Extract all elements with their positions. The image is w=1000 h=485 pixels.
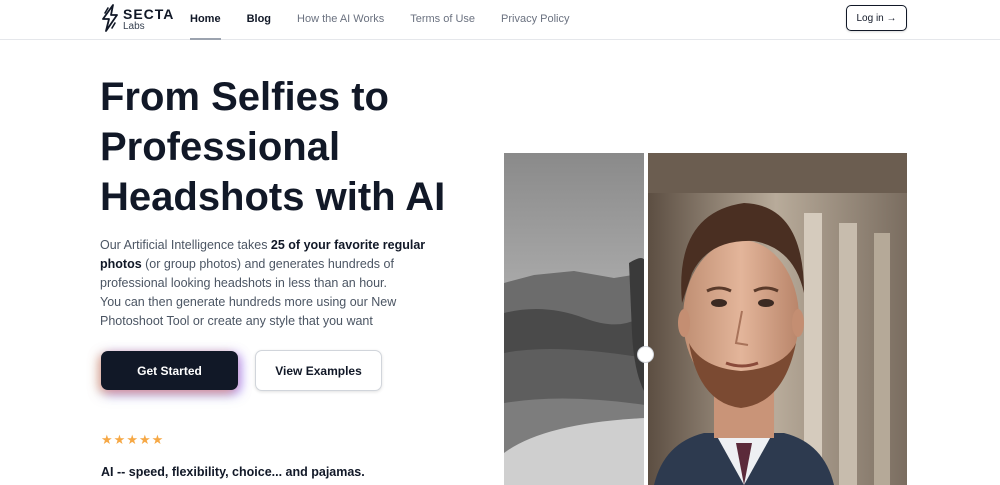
comparison-slider-handle[interactable] [637,346,654,363]
hero-description: Our Artificial Intelligence takes 25 of … [100,236,455,331]
top-nav: SECTA Labs Home Blog How the AI Works Te… [0,0,1000,40]
nav-link-blog[interactable]: Blog [247,0,271,40]
hero-desc-part-2: (or group photos) and generates hundreds… [100,257,394,290]
nav-links: Home Blog How the AI Works Terms of Use … [190,0,596,40]
rating-stars: ★ ★ ★ ★ ★ [101,432,164,448]
nav-link-home[interactable]: Home [190,0,221,40]
brand-name: SECTA [123,6,175,22]
star-icon: ★ [151,432,164,447]
hero-desc-part-3: You can then generate hundreds more usin… [100,295,397,328]
before-after-illustration [504,153,907,485]
get-started-button[interactable]: Get Started [101,351,238,390]
brand-logo[interactable]: SECTA Labs [100,4,174,34]
brand-sub: Labs [123,21,145,32]
comparison-divider[interactable] [644,153,648,485]
hero-description-paragraph: Our Artificial Intelligence takes 25 of … [100,236,455,293]
star-icon: ★ [126,432,138,447]
view-examples-button[interactable]: View Examples [255,350,382,391]
star-icon: ★ [101,432,113,447]
hero-title: From Selfies to Professional Headshots w… [100,75,446,219]
nav-link-how-ai-works[interactable]: How the AI Works [297,0,384,40]
hero-desc-part-1: Our Artificial Intelligence takes [100,238,271,252]
nav-link-terms[interactable]: Terms of Use [410,0,475,40]
star-icon: ★ [113,432,126,447]
star-icon: ★ [138,432,151,447]
lightning-logo-icon [102,4,118,32]
tagline: AI -- speed, flexibility, choice... and … [101,465,365,479]
login-button[interactable]: Log in → [846,5,907,31]
nav-link-privacy[interactable]: Privacy Policy [501,0,569,40]
before-after-comparison[interactable] [504,153,907,485]
